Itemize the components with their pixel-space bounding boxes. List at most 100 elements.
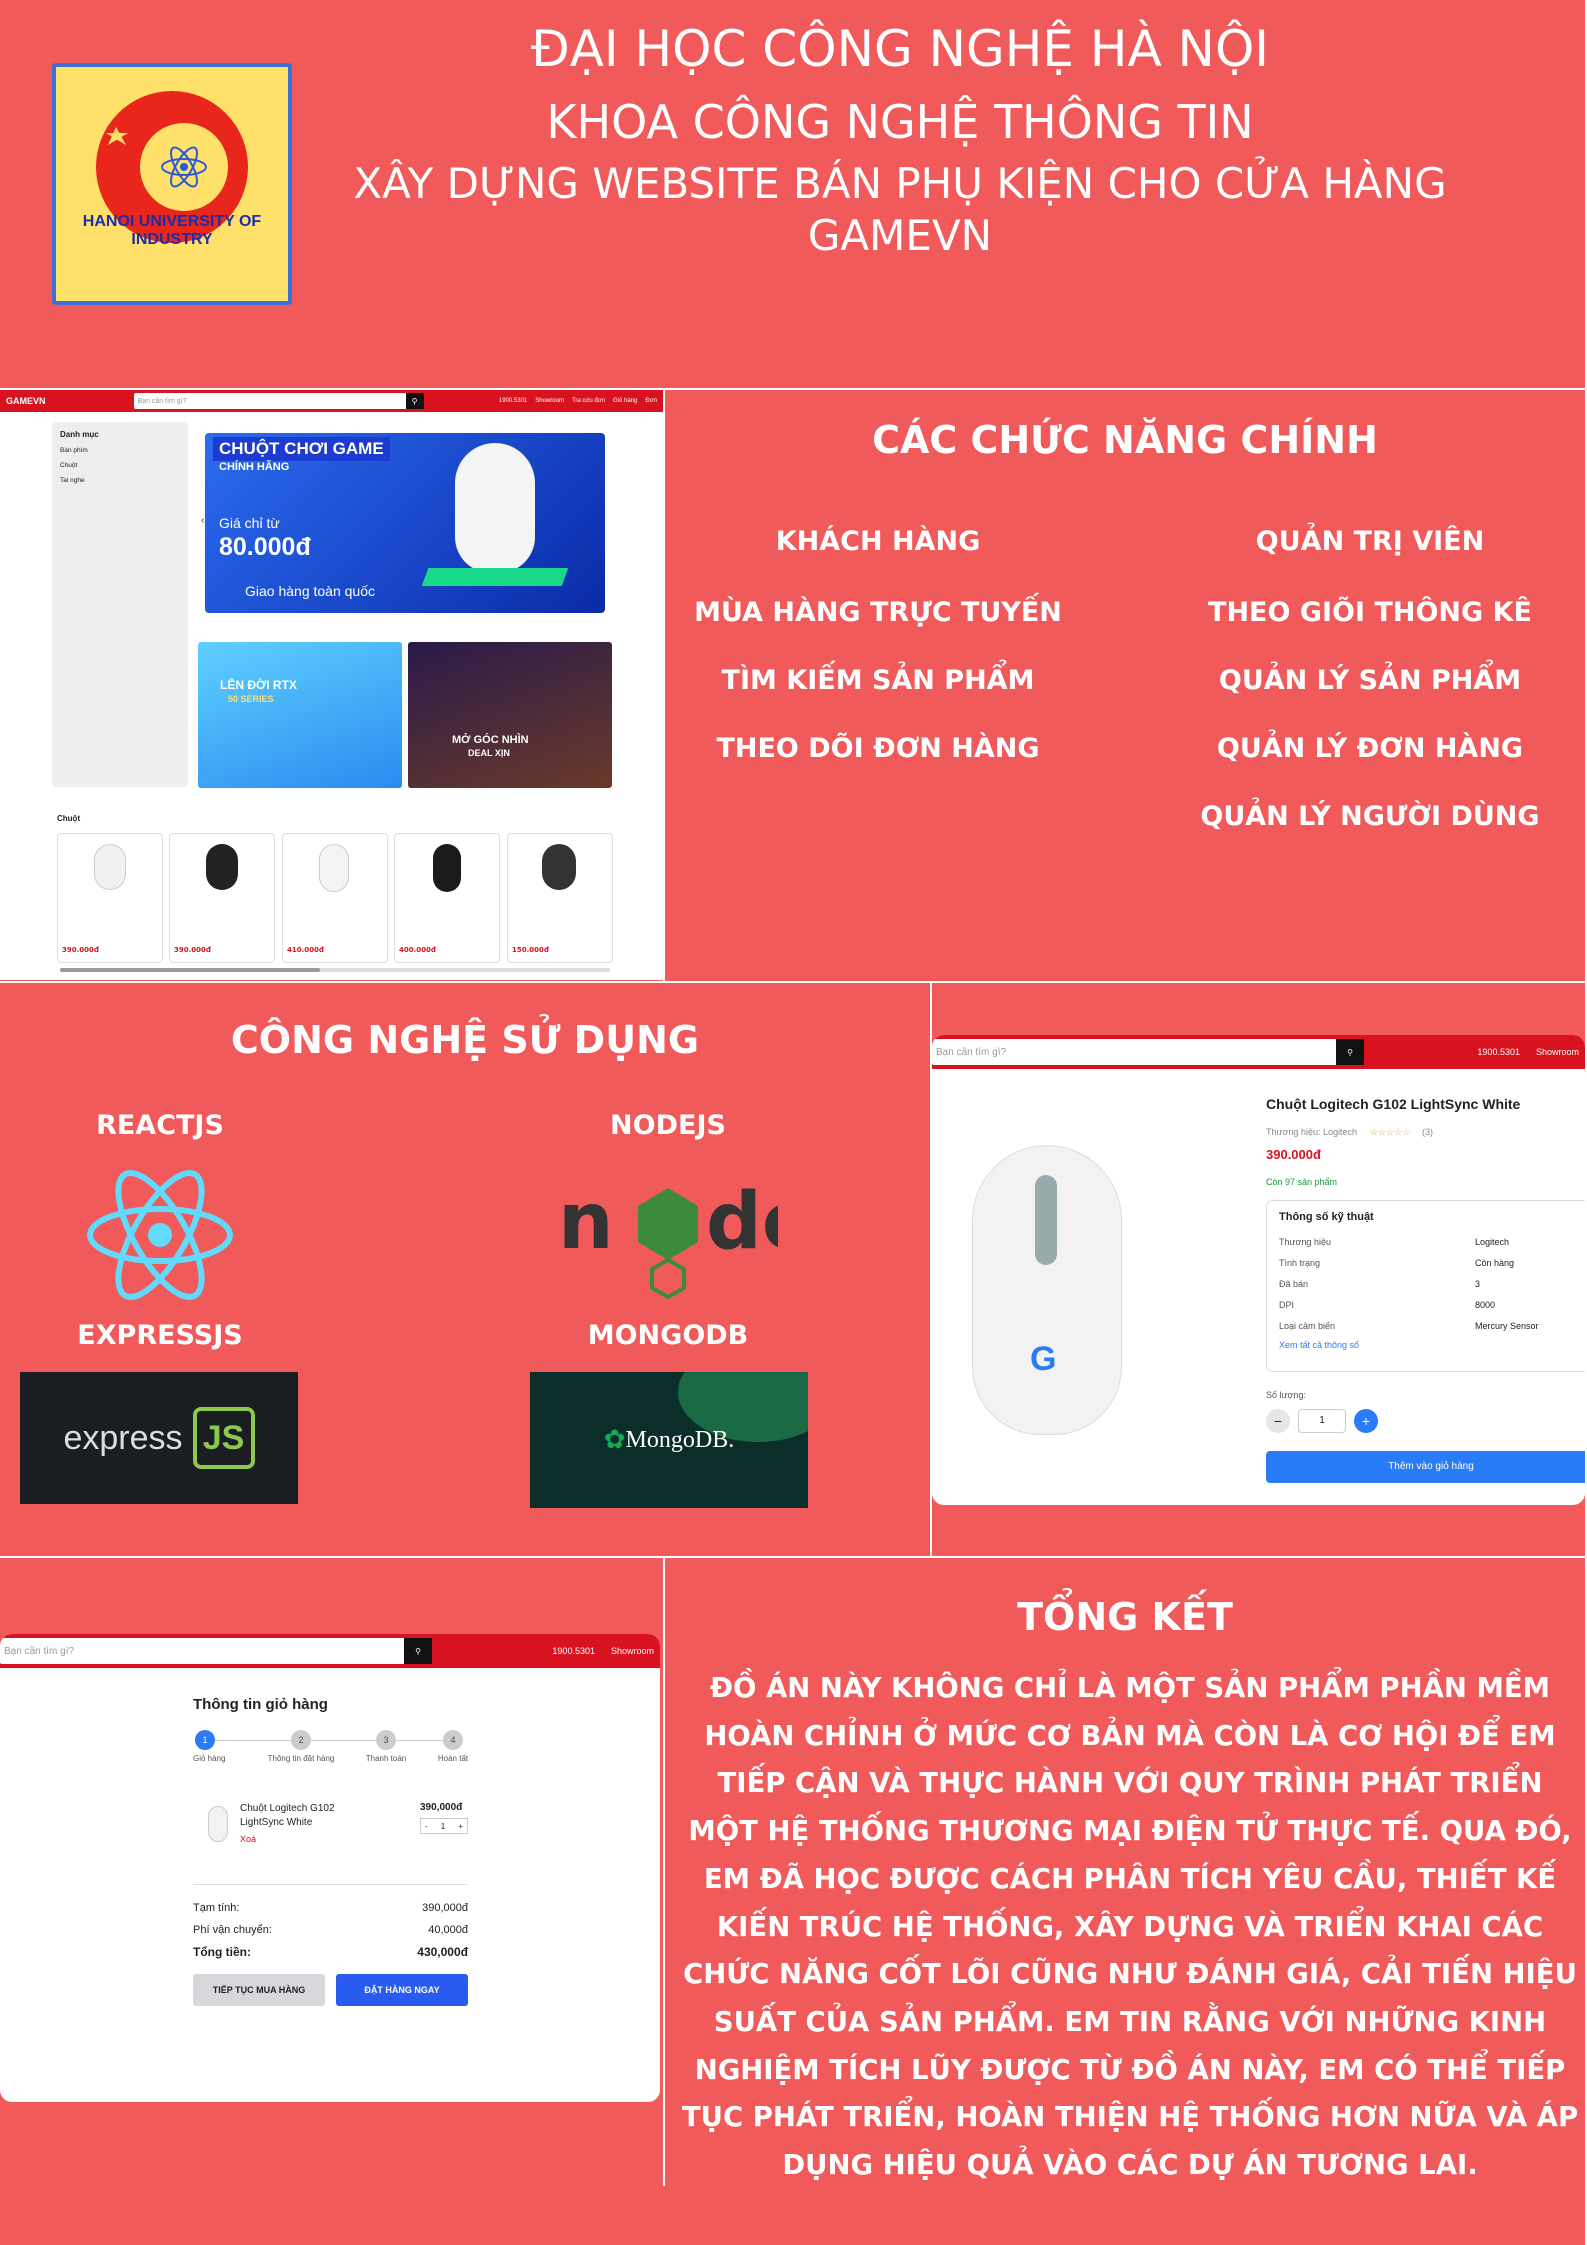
logo-text: HANOI UNIVERSITY OF INDUSTRY xyxy=(82,213,262,248)
customer-feature-3: THEO DÕI ĐƠN HÀNG xyxy=(716,733,1040,764)
nav-hotline[interactable]: 1900.5301 xyxy=(1477,1047,1520,1057)
cart-search-input[interactable]: Bạn cần tìm gì? ⚲ xyxy=(0,1638,432,1664)
qty-increase-button[interactable]: + xyxy=(1354,1409,1378,1433)
see-all-specs-link[interactable]: Xem tất cả thông số xyxy=(1279,1340,1583,1350)
hero-banner[interactable]: CHUỘT CHƠI GAME CHÍNH HÃNG Giá chỉ từ 80… xyxy=(201,433,605,613)
tech-reactjs-label: REACTJS xyxy=(96,1110,224,1141)
detail-nav-links: 1900.5301 Showroom xyxy=(1477,1047,1579,1057)
promo1-line2: 50 SERIES xyxy=(228,694,274,704)
admin-feature-2: QUẢN LÝ SẢN PHẨM xyxy=(1218,665,1522,696)
total-row: Tổng tiền: 430,000đ xyxy=(193,1945,468,1959)
banner-prev-icon[interactable]: ‹ xyxy=(201,515,204,526)
divider-row2 xyxy=(0,981,1587,983)
product-section-title: Chuột xyxy=(57,814,81,823)
spec-panel: Thông số kỹ thuật Thương hiệu Logitech Tì… xyxy=(1266,1200,1585,1372)
customer-feature-1: MÙA HÀNG TRỰC TUYẾN xyxy=(694,597,1062,628)
product-card[interactable]: Chuột Logitech G102 LightSy... 390.000đ xyxy=(169,833,275,963)
customer-title: KHÁCH HÀNG xyxy=(775,526,981,557)
spec-row: Thương hiệu Logitech xyxy=(1279,1236,1510,1247)
product-card[interactable]: Chuột Razer DeathAdder... 400.000đ xyxy=(394,833,500,963)
promo-banner-rtx[interactable]: LÊN ĐỜI RTX 50 SERIES xyxy=(198,642,402,788)
logo-emblem-icon xyxy=(96,91,248,243)
stepper-minus[interactable]: - xyxy=(425,1822,428,1831)
nav-order-lookup[interactable]: Tra cứu đơn xyxy=(572,398,605,404)
detail-search-input[interactable]: Bạn cần tìm gì? ⚲ xyxy=(932,1039,1364,1065)
banner-pad xyxy=(421,568,569,586)
cart-item-stepper[interactable]: - 1 + xyxy=(420,1818,468,1834)
qty-input[interactable]: 1 xyxy=(1298,1409,1346,1433)
promo-banner-deal[interactable]: MỞ GÓC NHÌN DEAL XỊN xyxy=(408,642,612,788)
shipping-row: Phí vận chuyển: 40,000đ xyxy=(193,1924,468,1936)
qty-decrease-button[interactable]: − xyxy=(1266,1409,1290,1433)
category-mouse[interactable]: Chuột xyxy=(60,462,180,469)
home-navbar: GAMEVN Bạn cần tìm gì? ⚲ 1900.5301 Showr… xyxy=(0,390,663,412)
search-icon[interactable]: ⚲ xyxy=(404,1638,432,1664)
stepper-value[interactable]: 1 xyxy=(441,1822,445,1831)
category-headset[interactable]: Tai nghe xyxy=(60,477,180,484)
cart-navbar: Bạn cần tìm gì? ⚲ 1900.5301 Showroom xyxy=(0,1634,660,1668)
mongo-logo-text: MongoDB. xyxy=(625,1426,735,1453)
banner-subtitle: CHÍNH HÃNG xyxy=(219,461,290,473)
product-name: Chuột Logitech G102 LightSy... xyxy=(62,900,160,908)
node-logo-icon: n de xyxy=(558,1177,778,1300)
mouse-wheel xyxy=(1035,1175,1057,1265)
brand-logo[interactable]: GAMEVN xyxy=(6,396,46,406)
detail-navbar: Bạn cần tìm gì? ⚲ 1900.5301 Showroom xyxy=(932,1035,1585,1069)
summary-title: TỔNG KẾT xyxy=(1017,1595,1233,1639)
banner-price-label: Giá chỉ từ xyxy=(219,515,280,531)
admin-feature-3: QUẢN LÝ ĐƠN HÀNG xyxy=(1216,733,1524,764)
project-title: XÂY DỰNG WEBSITE BÁN PHỤ KIỆN CHO CỬA HÀ… xyxy=(353,159,1447,260)
tech-title: CÔNG NGHỆ SỬ DỤNG xyxy=(230,1018,700,1062)
nav-hotline[interactable]: 1900.5301 xyxy=(552,1646,595,1656)
mongo-logo: ✿ MongoDB. xyxy=(530,1372,808,1508)
banner-price: 80.000đ xyxy=(219,533,311,561)
promo1-line1: LÊN ĐỜI RTX xyxy=(220,678,297,692)
stepper-plus[interactable]: + xyxy=(458,1822,463,1831)
continue-shopping-button[interactable]: TIẾP TỤC MUA HÀNG xyxy=(193,1974,325,2006)
home-search-input[interactable]: Bạn cần tìm gì? ⚲ xyxy=(133,393,424,409)
nav-cart[interactable]: Giỏ hàng xyxy=(613,398,637,404)
product-name: Chuột Razer DeathAdder... xyxy=(287,900,385,908)
subtotal-row: Tạm tính: 390,000đ xyxy=(193,1902,468,1914)
nav-showroom[interactable]: Showroom xyxy=(1536,1047,1579,1057)
detail-price: 390.000đ xyxy=(1266,1147,1321,1162)
express-logo: express JS xyxy=(20,1372,298,1504)
search-icon[interactable]: ⚲ xyxy=(1336,1039,1364,1065)
product-card[interactable]: Chuột Không Dây Rapoo M2... 150.000đ xyxy=(507,833,613,963)
rating-stars-icon: ☆☆☆☆☆ xyxy=(1370,1127,1411,1137)
js-badge-icon: JS xyxy=(192,1407,255,1469)
admin-title: QUẢN TRỊ VIÊN xyxy=(1255,526,1485,557)
product-card[interactable]: Chuột Logitech G102 LightSy... 390.000đ xyxy=(57,833,163,963)
scroll-thumb[interactable] xyxy=(60,968,320,972)
university-logo: HANOI UNIVERSITY OF INDUSTRY xyxy=(52,63,292,305)
product-image xyxy=(206,844,238,890)
product-price: 390.000đ xyxy=(62,946,99,954)
product-image xyxy=(542,844,576,890)
svg-text:de: de xyxy=(706,1177,778,1267)
promo2-line1: MỞ GÓC NHÌN xyxy=(452,734,529,746)
nav-account[interactable]: Đơn xyxy=(645,398,657,404)
nav-showroom[interactable]: Showroom xyxy=(611,1646,654,1656)
product-name: Chuột Logitech G102 LightSy... xyxy=(174,900,272,908)
admin-feature-4: QUẢN LÝ NGƯỜI DÙNG xyxy=(1200,801,1540,832)
product-scrollbar[interactable] xyxy=(60,968,610,972)
university-name: ĐẠI HỌC CÔNG NGHỆ HÀ NỘI xyxy=(530,20,1270,78)
nav-showroom[interactable]: Showroom xyxy=(535,398,564,404)
product-card[interactable]: Chuột Razer DeathAdder... 410.000đ xyxy=(282,833,388,963)
cart-title: Thông tin giỏ hàng xyxy=(193,1696,328,1713)
product-price: 150.000đ xyxy=(512,946,549,954)
place-order-button[interactable]: ĐẶT HÀNG NGAY xyxy=(336,1974,468,2006)
nav-hotline[interactable]: 1900.5301 xyxy=(499,398,527,404)
divider-v1 xyxy=(663,388,665,982)
category-keyboard[interactable]: Bàn phím xyxy=(60,447,180,454)
product-detail-screenshot: Bạn cần tìm gì? ⚲ 1900.5301 Showroom G C… xyxy=(932,1035,1585,1505)
spec-row: DPI 8000 xyxy=(1279,1299,1496,1310)
add-to-cart-button[interactable]: Thêm vào giỏ hàng xyxy=(1266,1451,1585,1483)
product-image xyxy=(94,844,126,890)
product-image xyxy=(433,844,461,892)
step-4: 4 Hoàn tất xyxy=(428,1730,478,1763)
cart-item-remove[interactable]: Xoá xyxy=(240,1834,256,1844)
detail-product-name: Chuột Logitech G102 LightSync White xyxy=(1266,1096,1521,1112)
search-icon[interactable]: ⚲ xyxy=(405,393,424,409)
cart-item-price: 390,000đ xyxy=(420,1802,463,1813)
